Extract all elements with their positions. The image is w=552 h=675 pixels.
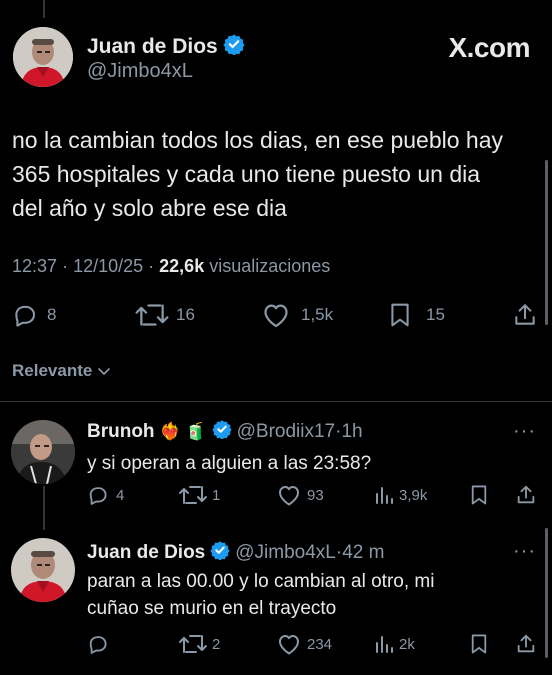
author-name[interactable]: Juan de Dios xyxy=(87,35,218,59)
reply-icon xyxy=(15,305,36,327)
heart-icon xyxy=(264,304,288,328)
meta-separator: · xyxy=(148,256,160,276)
retweet-icon xyxy=(135,304,169,326)
reply-author-name[interactable]: Juan de Dios xyxy=(87,542,205,564)
tweet-time[interactable]: 12:37 xyxy=(12,256,57,276)
views-icon xyxy=(376,487,393,504)
reply-author-handle[interactable]: @Jimbo4xL xyxy=(235,542,336,564)
chevron-down-icon xyxy=(98,368,111,375)
brand-logo: X.com xyxy=(448,32,530,63)
share-button[interactable] xyxy=(515,633,537,655)
reply-button[interactable]: 8 xyxy=(12,302,56,328)
reply-button[interactable] xyxy=(87,633,109,655)
heart-icon xyxy=(279,486,299,506)
reply-age[interactable]: 42 m xyxy=(342,542,384,564)
like-button[interactable]: 234 xyxy=(277,633,332,655)
thread-line-mid xyxy=(43,486,45,530)
reply-count: 4 xyxy=(116,486,125,504)
bookmark-icon xyxy=(471,485,487,505)
retweet-icon xyxy=(179,486,207,504)
more-options-icon[interactable]: ··· xyxy=(513,420,536,443)
bookmark-count: 15 xyxy=(426,305,445,324)
views-label: visualizaciones xyxy=(209,256,331,276)
reply-icon xyxy=(89,487,107,505)
avatar[interactable] xyxy=(13,27,73,87)
reply-icon xyxy=(89,636,107,654)
bookmark-icon xyxy=(391,303,409,327)
divider xyxy=(0,401,552,402)
views-icon xyxy=(376,636,393,653)
views-button[interactable]: 3,9k xyxy=(374,484,427,506)
view-count: 3,9k xyxy=(399,486,428,504)
bookmark-icon xyxy=(471,634,487,654)
reply-text: paran a las 00.00 y lo cambian al otro, … xyxy=(87,568,434,622)
author-handle-row: @Jimbo4xL xyxy=(87,60,193,83)
share-icon xyxy=(515,304,535,325)
reply-count: 8 xyxy=(47,305,57,324)
reply-avatar[interactable] xyxy=(11,538,75,602)
reply-author-row: Brunoh ❤️‍🔥 🧃 @Brodiix17 · 1h xyxy=(87,419,363,445)
retweet-count: 1 xyxy=(212,486,221,504)
reply-age[interactable]: 1h xyxy=(341,421,362,443)
retweet-button[interactable]: 1 xyxy=(178,484,220,506)
verified-badge-icon xyxy=(210,540,230,566)
bookmark-button[interactable]: 15 xyxy=(388,302,445,328)
reply-avatar[interactable] xyxy=(11,420,75,484)
author-emojis: ❤️‍🔥 🧃 xyxy=(159,422,207,441)
like-button[interactable]: 1,5k xyxy=(262,302,333,328)
verified-badge-icon xyxy=(223,33,245,61)
like-count: 234 xyxy=(307,635,333,653)
share-icon xyxy=(517,634,535,653)
tweet-text-line: no la cambian todos los dias, en ese pue… xyxy=(12,127,503,153)
share-button[interactable] xyxy=(512,302,538,328)
share-button[interactable] xyxy=(515,484,537,506)
tweet-text-line: 365 hospitales y cada uno tiene puesto u… xyxy=(12,161,481,187)
heart-icon xyxy=(279,635,299,655)
bookmark-button[interactable] xyxy=(470,633,488,655)
meta-separator: · xyxy=(62,256,74,276)
verified-badge-icon xyxy=(211,419,232,445)
reply-author-row: Juan de Dios @Jimbo4xL · 42 m xyxy=(87,540,384,566)
like-button[interactable]: 93 xyxy=(277,484,324,506)
tweet-meta: 12:37 · 12/10/25 · 22,6k visualizaciones xyxy=(12,256,330,277)
retweet-count: 16 xyxy=(176,305,195,324)
tweet-text-line: del año y solo abre ese dia xyxy=(12,195,287,221)
tweet-date[interactable]: 12/10/25 xyxy=(73,256,143,276)
thread-line-top xyxy=(43,0,45,18)
view-count: 2k xyxy=(399,635,415,653)
scrollbar[interactable] xyxy=(545,160,548,325)
reply-author-handle[interactable]: @Brodiix17 xyxy=(237,421,336,443)
retweet-icon xyxy=(179,635,207,653)
sort-dropdown[interactable]: Relevante xyxy=(12,361,112,381)
bookmark-button[interactable] xyxy=(470,484,488,506)
author-row: Juan de Dios xyxy=(87,33,245,61)
retweet-count: 2 xyxy=(212,635,221,653)
reply-text-line: y si operan a alguien a las 23:58? xyxy=(87,453,372,474)
more-options-icon[interactable]: ··· xyxy=(513,540,536,563)
retweet-button[interactable]: 16 xyxy=(134,302,195,328)
scrollbar-lower[interactable] xyxy=(545,528,548,658)
author-handle[interactable]: @Jimbo4xL xyxy=(87,60,193,83)
retweet-button[interactable]: 2 xyxy=(178,633,220,655)
tweet-text: no la cambian todos los dias, en ese pue… xyxy=(12,123,532,225)
view-count: 22,6k xyxy=(159,256,205,276)
reply-text-line: paran a las 00.00 y lo cambian al otro, … xyxy=(87,571,435,592)
reply-button[interactable]: 4 xyxy=(87,484,124,506)
like-count: 1,5k xyxy=(301,305,334,324)
reply-author-name[interactable]: Brunoh xyxy=(87,421,155,443)
reply-text: y si operan a alguien a las 23:58? xyxy=(87,450,371,477)
like-count: 93 xyxy=(307,486,324,504)
sort-label: Relevante xyxy=(12,361,93,380)
share-icon xyxy=(517,485,535,504)
reply-text-line: cuñao se murio en el trayecto xyxy=(87,598,337,619)
views-button[interactable]: 2k xyxy=(374,633,415,655)
